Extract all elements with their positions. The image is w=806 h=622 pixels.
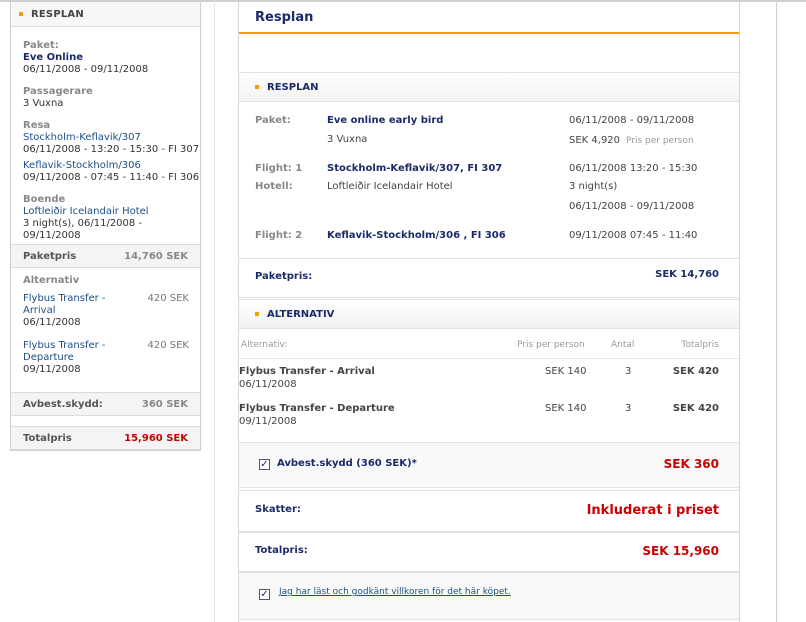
bullet-icon (19, 12, 23, 16)
bullet-icon (255, 85, 259, 89)
paketpris-label: Paketpris: (255, 271, 313, 282)
skatter-label: Skatter: (255, 504, 301, 515)
avbest-label: Avbest.skydd (360 SEK)* (277, 458, 417, 469)
boende-label: Boende (23, 194, 66, 205)
paketpris-label: Paketpris (23, 250, 77, 262)
paket-dates: 06/11/2008 - 09/11/2008 (23, 64, 149, 75)
price-per-person-note: Pris per person (626, 136, 694, 146)
content-left-rule (214, 0, 215, 622)
page-title: Resplan (239, 2, 739, 34)
resplan-section-title: RESPLAN (267, 81, 319, 93)
alternativ-label: Alternativ (23, 275, 80, 286)
alt-row-total: SEK 420 (672, 403, 719, 414)
flight1-time: 06/11/2008 13:20 - 15:30 (569, 163, 698, 174)
skatter-value: Inkluderat i priset (586, 503, 719, 518)
flight2-route: Keflavik-Stockholm/306 , FI 306 (327, 230, 506, 241)
sidebar-title: RESPLAN (31, 8, 84, 20)
alt2-line2: Departure (23, 352, 74, 363)
resplan-sidebar: RESPLAN Paket: Eve Online 06/11/2008 - 0… (10, 2, 201, 451)
paketpris-value: SEK 14,760 (655, 269, 719, 280)
alt-row-date: 06/11/2008 (239, 379, 297, 390)
avbest-checkbox[interactable]: ✓ (259, 459, 270, 470)
resa2-link[interactable]: Keflavik-Stockholm/306 (23, 160, 200, 172)
alt-row-price: SEK 140 (545, 366, 587, 377)
alt1-date: 06/11/2008 (23, 317, 81, 328)
alt-row-date: 09/11/2008 (239, 416, 297, 427)
alt-row-name: Flybus Transfer - Departure (239, 403, 395, 414)
alt-row-qty: 3 (625, 403, 632, 414)
paket-name: Eve Online (23, 52, 83, 63)
paket-price: SEK 4,920 (569, 135, 621, 146)
paket-dates: 06/11/2008 - 09/11/2008 (569, 115, 695, 126)
avbest-label: Avbest.skydd: (23, 398, 103, 410)
alternativ-section-header: ALTERNATIV (239, 299, 739, 329)
hotel-dates: 06/11/2008 - 09/11/2008 (569, 201, 695, 212)
content-right-rule (776, 0, 777, 622)
resplan-section-header: RESPLAN (239, 72, 739, 102)
sidebar-avbest-row: Avbest.skydd: 360 SEK (11, 392, 200, 416)
alt-row-price: SEK 140 (545, 403, 587, 414)
flight2-label: Flight: 2 (255, 230, 303, 241)
alt-col-name: Alternativ: (241, 340, 288, 350)
boende-value: 3 night(s), 06/11/2008 - 09/11/2008 (23, 218, 143, 241)
alt-row-total: SEK 420 (672, 366, 719, 377)
alt1-price: 420 SEK (147, 293, 190, 304)
paket-name: Eve online early bird (327, 115, 444, 126)
boende-link[interactable]: Loftleiðir Icelandair Hotel (23, 206, 200, 218)
terms-checkbox[interactable]: ✓ (259, 589, 270, 600)
paket-label: Paket: (23, 40, 59, 51)
paketpris-value: 14,760 SEK (124, 250, 188, 262)
bullet-icon (255, 312, 259, 316)
flight1-route: Stockholm-Keflavik/307, FI 307 (327, 163, 503, 174)
resa-label: Resa (23, 120, 51, 131)
hotel-label: Hotell: (255, 181, 293, 192)
sidebar-paketpris-row: Paketpris 14,760 SEK (11, 244, 200, 268)
avbest-value: 360 SEK (141, 398, 188, 410)
terms-link[interactable]: Jag har läst och godkänt villkoren för d… (279, 587, 511, 597)
sidebar-summary: Paket: Eve Online 06/11/2008 - 09/11/200… (11, 27, 200, 242)
totalpris-value: 15,960 SEK (124, 432, 188, 444)
totalpris-label: Totalpris: (255, 545, 308, 556)
sidebar-totalpris-row: Totalpris 15,960 SEK (11, 426, 200, 450)
alt-col-total: Totalpris (681, 340, 719, 350)
sidebar-header: RESPLAN (11, 2, 200, 27)
resa1-link[interactable]: Stockholm-Keflavik/307 (23, 132, 200, 144)
avbest-value: SEK 360 (663, 457, 719, 471)
alt-row-qty: 3 (625, 366, 632, 377)
alt-col-qty: Antal (611, 340, 635, 350)
alt2-price: 420 SEK (147, 340, 190, 351)
alt1-line2: Arrival (23, 305, 56, 316)
alternativ-section-title: ALTERNATIV (267, 308, 335, 320)
alt2-date: 09/11/2008 (23, 364, 81, 375)
totalpris-value: SEK 15,960 (642, 544, 719, 558)
flight2-time: 09/11/2008 07:45 - 11:40 (569, 230, 698, 241)
flight1-label: Flight: 1 (255, 163, 303, 174)
hotel-name: Loftleiðir Icelandair Hotel (327, 181, 453, 192)
sidebar-alt-arrival: Flybus Transfer - Arrival 06/11/2008 420… (23, 293, 193, 329)
passagerare-value: 3 Vuxna (23, 98, 64, 109)
alt-col-price: Pris per person (517, 340, 585, 350)
sidebar-alt-departure: Flybus Transfer - Departure 09/11/2008 4… (23, 340, 193, 376)
paket-label: Paket: (255, 115, 291, 126)
resa1-time: 06/11/2008 - 13:20 - 15:30 - FI 307 (23, 144, 200, 155)
resa2-time: 09/11/2008 - 07:45 - 11:40 - FI 306 (23, 172, 200, 183)
alt-row-name: Flybus Transfer - Arrival (239, 366, 375, 377)
passagerare-label: Passagerare (23, 86, 93, 97)
hotel-nights: 3 night(s) (569, 181, 618, 192)
totalpris-label: Totalpris (23, 432, 72, 444)
paket-pax: 3 Vuxna (327, 134, 368, 145)
resplan-main: Resplan RESPLAN Paket: Eve online early … (238, 2, 740, 622)
